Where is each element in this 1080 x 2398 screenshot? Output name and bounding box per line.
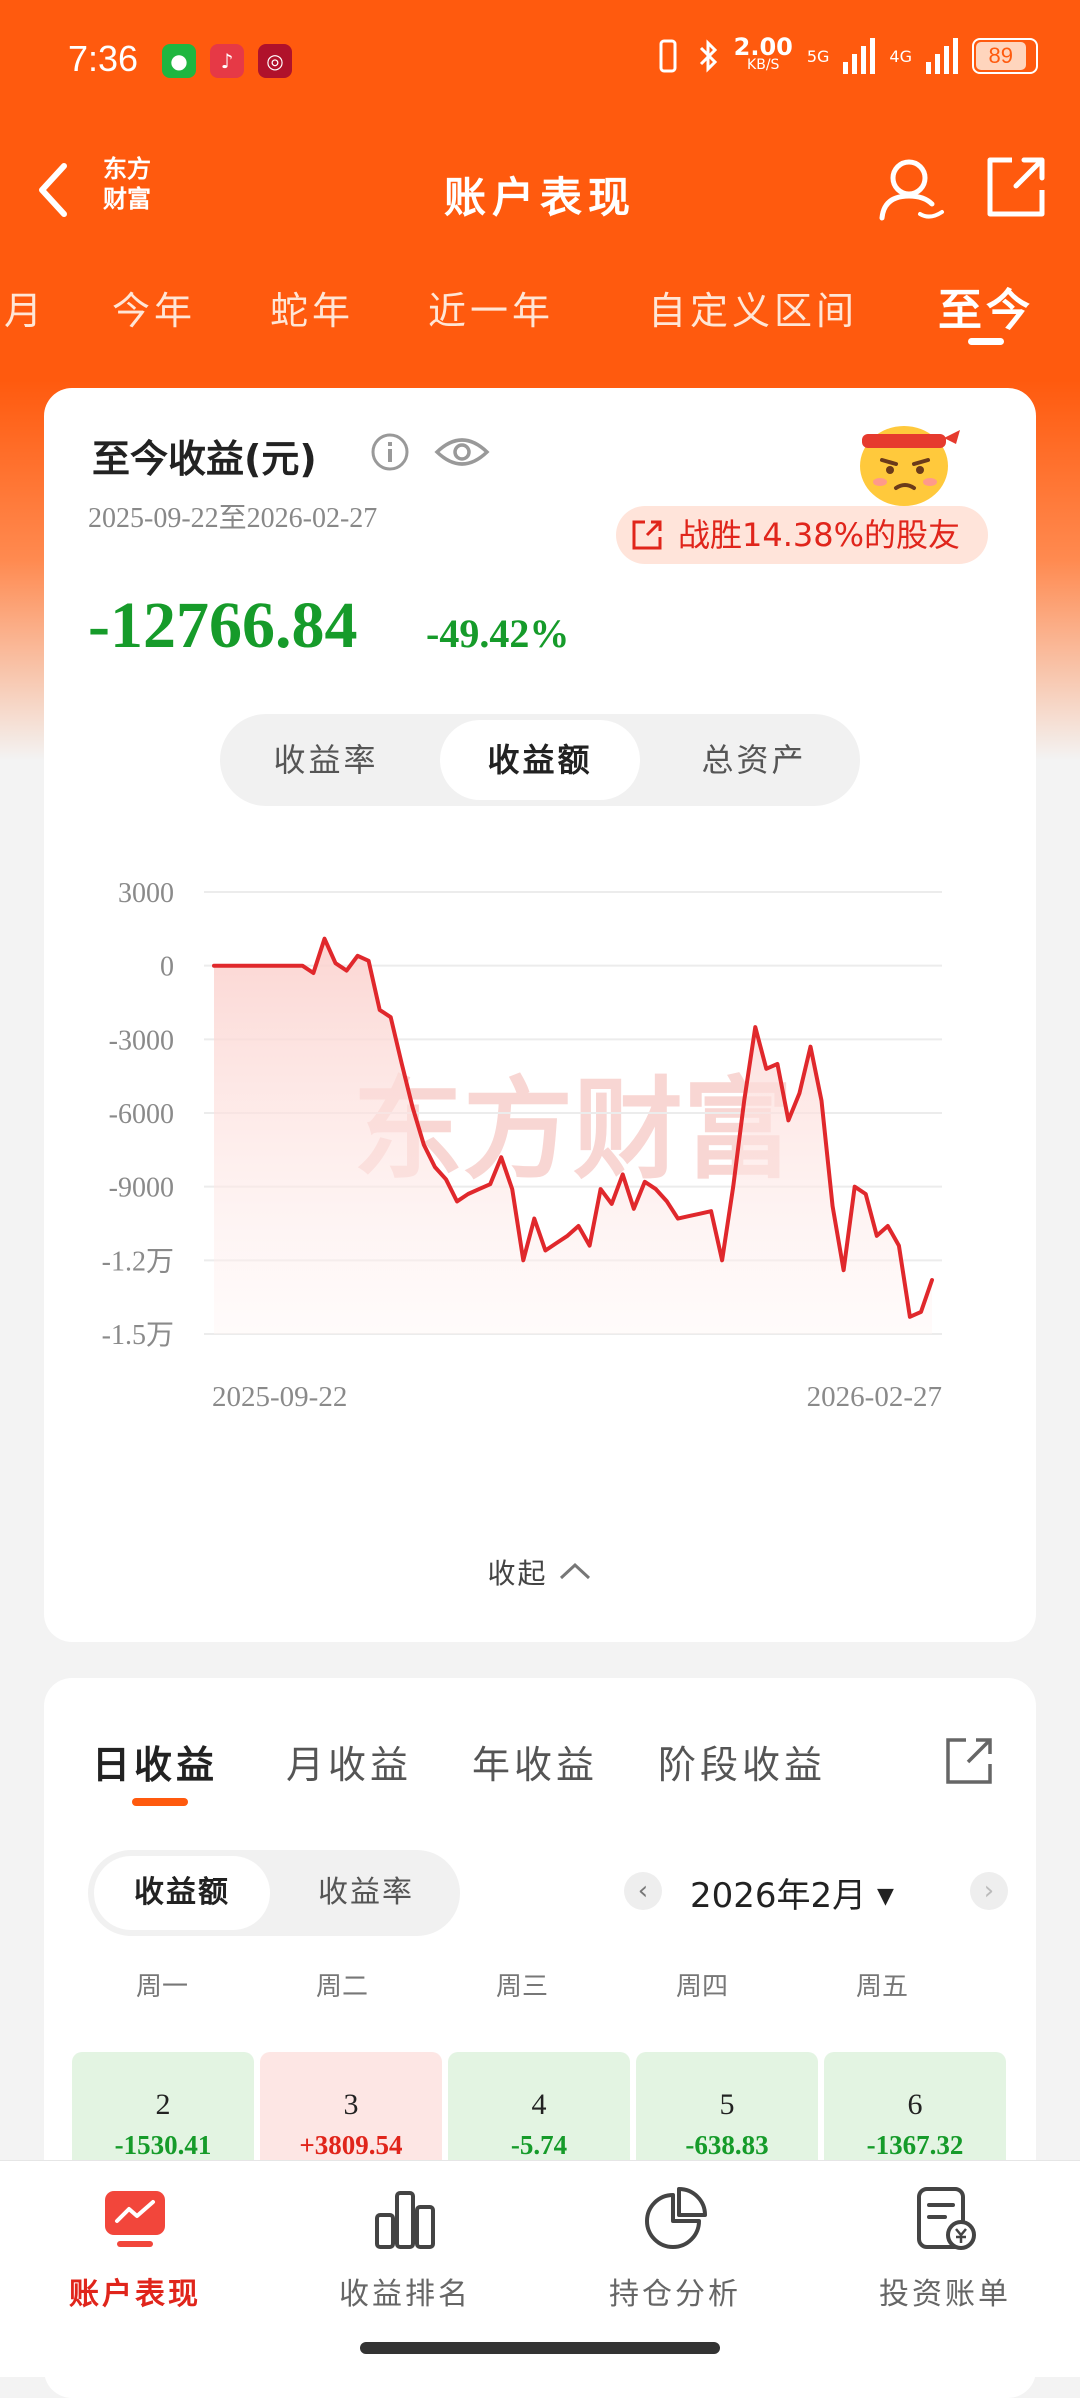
day-number: 5 (719, 2088, 735, 2121)
beat-peers-text: 战胜14.38%的股友 (678, 516, 961, 554)
bottom-tab-statements[interactable]: 投资账单 (810, 2185, 1080, 2313)
period-tab-month[interactable]: 月 (4, 280, 46, 335)
signal-bars-2-icon (926, 38, 958, 74)
collapse-button[interactable]: 收起 (44, 1552, 1036, 1592)
weekday-header: 周一 周二 周三 周四 周五 (72, 1966, 1008, 2006)
month-navigator: ‹ 2026年2月 ▼ › (624, 1860, 1014, 1920)
performance-icon (105, 2191, 165, 2247)
mode-profit-amount[interactable]: 收益额 (440, 720, 640, 800)
bill-icon (917, 2187, 976, 2250)
chart-mode-switch: 收益率 收益额 总资产 (220, 714, 860, 806)
y-tick-label: -1.2万 (102, 1246, 174, 1277)
day-number: 6 (907, 2088, 923, 2121)
wechat-icon: ● (162, 44, 196, 78)
period-tab-to-date[interactable]: 至今 (938, 274, 1034, 338)
beat-peers-badge[interactable]: 战胜14.38%的股友 (616, 506, 988, 564)
vibrate-icon (659, 39, 677, 73)
period-tab-indicator (968, 338, 1004, 345)
share-small-icon (632, 520, 662, 550)
bottom-tab-account-performance[interactable]: 账户表现 (0, 2185, 270, 2313)
user-icon[interactable] (876, 154, 946, 224)
total-profit-percent: -49.42% (426, 611, 570, 656)
day-profit: -5.74 (510, 2130, 568, 2160)
date-range: 2025-09-22至2026-02-27 (88, 503, 378, 534)
y-tick-label: -6000 (109, 1099, 174, 1130)
next-month-button[interactable]: › (970, 1872, 1008, 1910)
tab-yearly-profit[interactable]: 年收益 (472, 1734, 598, 1789)
daily-mode-amount[interactable]: 收益额 (94, 1856, 270, 1930)
pie-chart-icon (645, 2187, 707, 2249)
daily-tab-indicator (132, 1798, 188, 1806)
y-tick-label: -9000 (109, 1173, 174, 1204)
period-tab-snake-year[interactable]: 蛇年 (270, 280, 354, 335)
weekday-thu: 周四 (675, 1972, 728, 2002)
day-number: 2 (155, 2088, 171, 2121)
status-time: 7:36 (68, 38, 139, 79)
period-tabs: 月 今年 蛇年 近一年 自定义区间 至今 (0, 280, 1080, 370)
day-profit: -1367.32 (866, 2130, 964, 2160)
net-speed: 2.00 (733, 33, 793, 61)
battery-level: 89 (976, 42, 1026, 70)
battery-icon: 89 (972, 38, 1038, 74)
day-number: 3 (343, 2088, 359, 2121)
info-icon[interactable] (370, 432, 410, 472)
daily-mode-switch: 收益额 收益率 (88, 1850, 460, 1936)
tab-stage-profit[interactable]: 阶段收益 (658, 1734, 826, 1789)
summary-title: 至今收益(元) (92, 437, 317, 481)
mascot-icon (860, 426, 960, 506)
period-tab-last-year[interactable]: 近一年 (428, 280, 554, 335)
period-tab-this-year[interactable]: 今年 (112, 280, 196, 335)
mode-total-assets[interactable]: 总资产 (654, 720, 854, 800)
day-profit: -1530.41 (114, 2130, 212, 2160)
chevron-up-icon (560, 1562, 591, 1580)
summary-card: 至今收益(元) 2025-09-22至2026-02-27 战胜14.38%的股… (44, 388, 1036, 1642)
status-bar: 7:36 ● ♪ ◎ 2.00 KB/S 5G 4G 89 (0, 0, 1080, 120)
month-label: 2026年2月 (690, 1876, 867, 1916)
eye-icon[interactable] (434, 432, 490, 472)
day-profit: -638.83 (685, 2130, 769, 2160)
y-tick-label: 0 (160, 952, 174, 983)
target-app-icon: ◎ (258, 44, 292, 78)
collapse-label: 收起 (487, 1557, 548, 1590)
tab-daily-profit[interactable]: 日收益 (92, 1734, 218, 1789)
dropdown-caret-icon: ▼ (876, 1884, 894, 1909)
mode-return-rate[interactable]: 收益率 (226, 720, 426, 800)
bottom-tab-holdings[interactable]: 持仓分析 (540, 2185, 810, 2313)
bottom-tab-ranking[interactable]: 收益排名 (270, 2185, 540, 2313)
home-indicator (360, 2342, 720, 2354)
x-tick-label: 2026-02-27 (807, 1381, 942, 1413)
music-app-icon: ♪ (210, 44, 244, 78)
y-tick-label: -3000 (109, 1025, 174, 1056)
bluetooth-icon (699, 39, 717, 73)
day-profit: +3809.54 (299, 2130, 403, 2160)
day-number: 4 (531, 2088, 547, 2121)
total-profit: -12766.84 (88, 589, 358, 662)
bottom-tab-label: 账户表现 (69, 2277, 201, 2312)
bottom-tab-label: 投资账单 (879, 2277, 1011, 2312)
prev-month-button[interactable]: ‹ (624, 1872, 662, 1910)
bottom-tab-label: 收益排名 (339, 2277, 471, 2312)
daily-mode-rate[interactable]: 收益率 (278, 1856, 454, 1930)
share-icon[interactable] (982, 154, 1048, 220)
weekday-tue: 周二 (315, 1972, 368, 2002)
bar-chart-icon (375, 2191, 435, 2249)
weekday-wed: 周三 (495, 1972, 548, 2002)
y-tick-label: -1.5万 (102, 1320, 174, 1351)
nav-bar: 东方 财富 账户表现 (0, 140, 1080, 240)
signal-label-1: 5G (806, 46, 830, 66)
weekday-mon: 周一 (135, 1972, 188, 2002)
profit-chart: 东方财富30000-3000-6000-9000-1.2万-1.5万2025-0… (102, 878, 942, 1413)
signal-label-2: 4G (889, 46, 912, 66)
period-tab-custom[interactable]: 自定义区间 (648, 280, 858, 335)
month-selector[interactable]: 2026年2月 ▼ (690, 1868, 894, 1917)
weekday-fri: 周五 (855, 1972, 908, 2002)
bottom-tab-label: 持仓分析 (609, 2277, 741, 2312)
x-tick-label: 2025-09-22 (212, 1381, 347, 1413)
tab-monthly-profit[interactable]: 月收益 (286, 1734, 412, 1789)
export-icon[interactable] (942, 1734, 996, 1788)
signal-bars-1-icon (843, 38, 876, 74)
y-tick-label: 3000 (118, 878, 174, 909)
